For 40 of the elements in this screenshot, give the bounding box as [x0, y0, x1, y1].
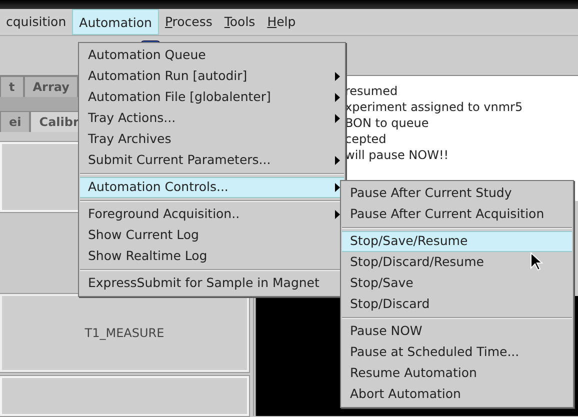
menu-item[interactable]: Pause After Current Acquisition: [342, 204, 572, 225]
log-line: resumed: [345, 83, 399, 99]
menu-item[interactable]: Stop/Discard: [342, 294, 572, 315]
panel-button[interactable]: T1_MEASURE: [0, 294, 249, 372]
menu-item[interactable]: Submit Current Parameters...: [80, 150, 344, 171]
menu-item[interactable]: Pause NOW: [342, 321, 572, 342]
menu-item[interactable]: ExpressSubmit for Sample in Magnet: [80, 273, 344, 294]
submenu-arrow-icon: [335, 114, 340, 123]
panel-button[interactable]: [0, 376, 249, 416]
menu-item[interactable]: Tools: [218, 9, 262, 35]
menu-item[interactable]: Automation File [globalenter]: [80, 87, 344, 108]
menu-item[interactable]: Stop/Discard/Resume: [342, 252, 572, 273]
menu-item[interactable]: Automation Run [autodir]: [80, 66, 344, 87]
menu-item[interactable]: Automation Controls...: [80, 177, 344, 198]
tab[interactable]: Array: [24, 76, 78, 97]
menu-item[interactable]: Help: [261, 9, 302, 35]
submenu-arrow-icon: [335, 156, 340, 165]
menu-item[interactable]: Resume Automation: [342, 363, 572, 384]
menu-item[interactable]: Automation: [72, 9, 159, 35]
menu-item[interactable]: Process: [158, 9, 218, 35]
submenu-arrow-icon: [335, 93, 340, 102]
menu-item[interactable]: Stop/Save/Resume: [342, 231, 572, 252]
menu-item[interactable]: Pause After Current Study: [342, 183, 572, 204]
tab[interactable]: t: [0, 76, 24, 97]
menu-item[interactable]: Automation Queue: [80, 45, 344, 66]
submenu-arrow-icon: [335, 72, 340, 81]
menu-item[interactable]: Tray Archives: [80, 129, 344, 150]
log-line: xperiment assigned to vnmr5: [345, 99, 524, 115]
mouse-pointer-icon: [530, 252, 543, 271]
submenu-arrow-icon: [335, 210, 340, 219]
menu-item[interactable]: Foreground Acquisition..: [80, 204, 344, 225]
menu-item[interactable]: Abort Automation: [342, 384, 572, 405]
menu-item[interactable]: Show Realtime Log: [80, 246, 344, 267]
menu-item[interactable]: cquisition: [0, 9, 72, 35]
menu-item[interactable]: Show Current Log: [80, 225, 344, 246]
log-line: cepted: [345, 131, 388, 147]
menu-item[interactable]: Stop/Save: [342, 273, 572, 294]
tab[interactable]: ei: [0, 111, 30, 132]
menu-item[interactable]: Pause at Scheduled Time...: [342, 342, 572, 363]
submenu-arrow-icon: [335, 183, 340, 192]
